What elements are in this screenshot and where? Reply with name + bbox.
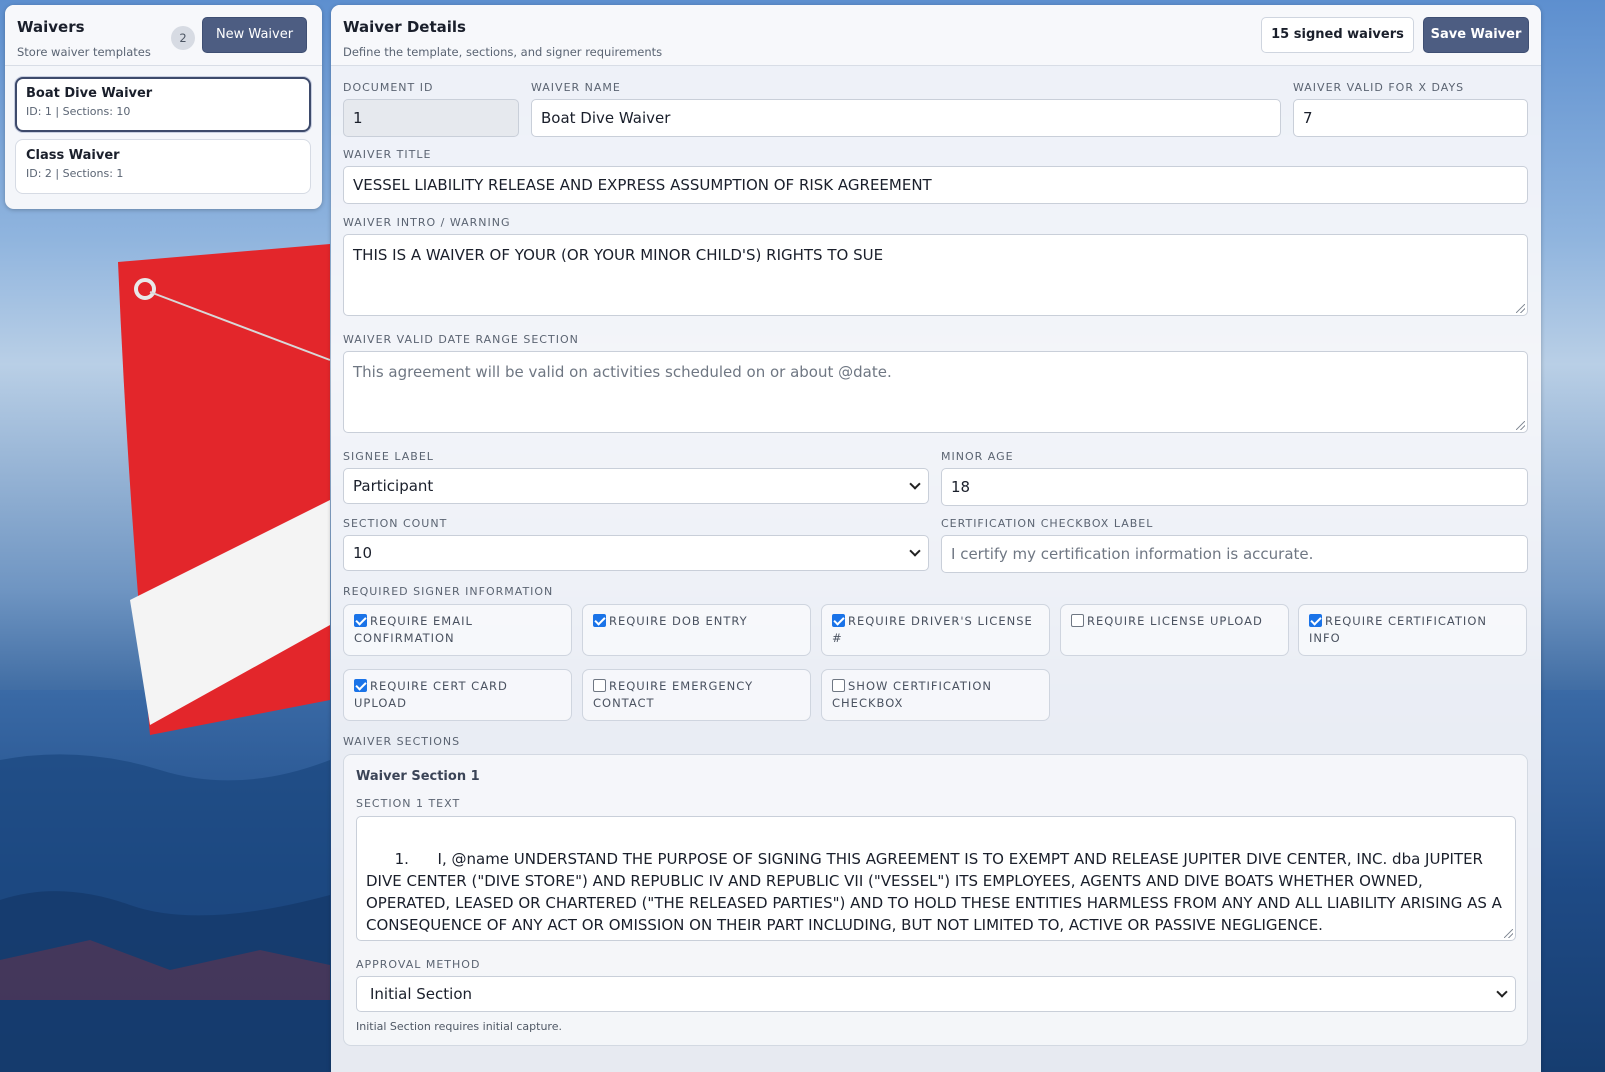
signed-waivers-button[interactable]: 15 signed waivers: [1261, 17, 1414, 53]
waiver-item-name: Boat Dive Waiver: [26, 86, 153, 101]
option-label: REQUIRE LICENSE UPLOAD: [1087, 614, 1263, 628]
resize-grip-icon[interactable]: [1516, 421, 1525, 430]
waiver-details-header: Waiver Details Define the template, sect…: [331, 5, 1541, 66]
waiver-name-input[interactable]: Boat Dive Waiver: [531, 99, 1281, 137]
approval-method-value: Initial Section: [370, 985, 473, 1003]
waivers-panel: Waivers Store waiver templates 2 New Wai…: [5, 5, 322, 209]
checkbox-unchecked-icon[interactable]: [1071, 614, 1084, 627]
waiver-list-item[interactable]: Class Waiver ID: 2 | Sections: 1: [15, 139, 311, 194]
approval-method-help: Initial Section requires initial capture…: [356, 1020, 562, 1033]
valid-days-input[interactable]: 7: [1293, 99, 1528, 137]
date-range-textarea[interactable]: This agreement will be valid on activiti…: [343, 351, 1528, 433]
require-dob-option[interactable]: REQUIRE DOB ENTRY: [582, 604, 811, 656]
waiver-intro-textarea[interactable]: THIS IS A WAIVER OF YOUR (OR YOUR MINOR …: [343, 234, 1528, 316]
signee-label-value: Participant: [353, 477, 434, 495]
waiver-details-subtitle: Define the template, sections, and signe…: [343, 45, 663, 59]
section-text-label: SECTION 1 TEXT: [356, 797, 461, 810]
option-label: REQUIRE CERTIFICATION INFO: [1309, 614, 1487, 645]
waiver-item-meta: ID: 2 | Sections: 1: [26, 167, 124, 180]
show-certification-checkbox-option[interactable]: SHOW CERTIFICATION CHECKBOX: [821, 669, 1050, 721]
chevron-down-icon: [909, 545, 921, 557]
document-id-field: 1: [343, 99, 519, 137]
required-info-label: REQUIRED SIGNER INFORMATION: [343, 585, 554, 598]
document-id-label: DOCUMENT ID: [343, 81, 434, 94]
require-emergency-contact-option[interactable]: REQUIRE EMERGENCY CONTACT: [582, 669, 811, 721]
signee-label-label: SIGNEE LABEL: [343, 450, 434, 463]
approval-method-select[interactable]: Initial Section: [356, 976, 1516, 1012]
waivers-title: Waivers: [17, 18, 85, 36]
option-label: REQUIRE EMERGENCY CONTACT: [593, 679, 754, 710]
section-text-textarea[interactable]: 1. I, @name UNDERSTAND THE PURPOSE OF SI…: [356, 816, 1516, 941]
require-email-option[interactable]: REQUIRE EMAIL CONFIRMATION: [343, 604, 572, 656]
resize-grip-icon[interactable]: [1504, 929, 1513, 938]
waiver-intro-text: THIS IS A WAIVER OF YOUR (OR YOUR MINOR …: [353, 246, 884, 264]
cert-checkbox-label-input[interactable]: I certify my certification information i…: [941, 535, 1528, 573]
checkbox-checked-icon[interactable]: [1309, 614, 1322, 627]
require-certification-info-option[interactable]: REQUIRE CERTIFICATION INFO: [1298, 604, 1527, 656]
checkbox-checked-icon[interactable]: [354, 614, 367, 627]
checkbox-unchecked-icon[interactable]: [832, 679, 845, 692]
waiver-item-name: Class Waiver: [26, 148, 120, 163]
waiver-list-item[interactable]: Boat Dive Waiver ID: 1 | Sections: 10: [15, 77, 311, 132]
waiver-details-title: Waiver Details: [343, 18, 466, 36]
waiver-section-card: Waiver Section 1 SECTION 1 TEXT 1. I, @n…: [343, 754, 1528, 1046]
require-cert-card-upload-option[interactable]: REQUIRE CERT CARD UPLOAD: [343, 669, 572, 721]
checkbox-checked-icon[interactable]: [593, 614, 606, 627]
option-label: REQUIRE DOB ENTRY: [609, 614, 748, 628]
checkbox-checked-icon[interactable]: [354, 679, 367, 692]
approval-method-label: APPROVAL METHOD: [356, 958, 481, 971]
option-label: SHOW CERTIFICATION CHECKBOX: [832, 679, 992, 710]
waivers-subtitle: Store waiver templates: [17, 45, 151, 59]
waiver-item-meta: ID: 1 | Sections: 10: [26, 105, 131, 118]
waiver-name-label: WAIVER NAME: [531, 81, 621, 94]
waiver-title-input[interactable]: VESSEL LIABILITY RELEASE AND EXPRESS ASS…: [343, 166, 1528, 204]
cert-checkbox-label-label: CERTIFICATION CHECKBOX LABEL: [941, 517, 1154, 530]
waiver-sections-label: WAIVER SECTIONS: [343, 735, 461, 748]
valid-days-label: WAIVER VALID FOR X DAYS: [1293, 81, 1465, 94]
chevron-down-icon: [1496, 986, 1508, 998]
minor-age-input[interactable]: 18: [941, 468, 1528, 506]
option-label: REQUIRE CERT CARD UPLOAD: [354, 679, 508, 710]
require-license-upload-option[interactable]: REQUIRE LICENSE UPLOAD: [1060, 604, 1289, 656]
date-range-placeholder: This agreement will be valid on activiti…: [353, 363, 892, 381]
save-waiver-button[interactable]: Save Waiver: [1423, 17, 1529, 53]
waiver-intro-label: WAIVER INTRO / WARNING: [343, 216, 511, 229]
chevron-down-icon: [909, 478, 921, 490]
minor-age-label: MINOR AGE: [941, 450, 1014, 463]
dive-flag-image: [118, 244, 331, 735]
waiver-title-label: WAIVER TITLE: [343, 148, 432, 161]
section-title: Waiver Section 1: [356, 769, 480, 784]
section-count-select[interactable]: 10: [343, 535, 929, 571]
require-drivers-license-option[interactable]: REQUIRE DRIVER'S LICENSE #: [821, 604, 1050, 656]
section-text: 1. I, @name UNDERSTAND THE PURPOSE OF SI…: [366, 850, 1507, 934]
date-range-label: WAIVER VALID DATE RANGE SECTION: [343, 333, 579, 346]
waivers-count-badge: 2: [171, 26, 195, 50]
waivers-panel-header: Waivers Store waiver templates 2 New Wai…: [5, 5, 322, 66]
section-count-value: 10: [353, 544, 373, 562]
option-label: REQUIRE EMAIL CONFIRMATION: [354, 614, 473, 645]
new-waiver-button[interactable]: New Waiver: [202, 17, 307, 53]
option-label: REQUIRE DRIVER'S LICENSE #: [832, 614, 1033, 645]
checkbox-checked-icon[interactable]: [832, 614, 845, 627]
resize-grip-icon[interactable]: [1516, 304, 1525, 313]
signee-label-select[interactable]: Participant: [343, 468, 929, 504]
checkbox-unchecked-icon[interactable]: [593, 679, 606, 692]
waiver-details-panel: Waiver Details Define the template, sect…: [331, 5, 1541, 1072]
section-count-label: SECTION COUNT: [343, 517, 448, 530]
